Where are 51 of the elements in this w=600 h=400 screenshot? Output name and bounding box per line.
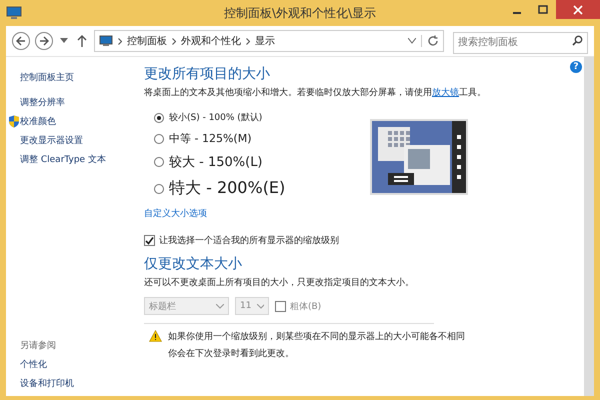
description-text: 将桌面上的文本及其他项缩小和增大。若要临时仅放大部分屏幕，请使用放大镜工具。 — [144, 86, 487, 99]
minimize-icon — [513, 12, 521, 14]
close-button[interactable] — [556, 0, 600, 19]
back-button[interactable] — [12, 32, 30, 50]
description-text: 还可以不更改桌面上所有项目的大小，只更改指定项目的文本大小。 — [144, 276, 415, 289]
back-arrow-icon — [15, 35, 27, 47]
chevron-right-icon — [118, 38, 122, 44]
warning-icon — [149, 330, 162, 342]
sidebar-link[interactable]: 个性化 — [20, 358, 130, 371]
chevron-right-icon — [172, 38, 176, 44]
sidebar-link[interactable]: 更改显示器设置 — [20, 134, 83, 147]
forward-button[interactable] — [35, 32, 53, 50]
search-field[interactable]: 搜索控制面板 — [453, 32, 588, 54]
dropdown-caret-icon[interactable] — [60, 38, 68, 44]
radio-option[interactable]: 特大 - 200%(E) — [154, 178, 364, 199]
dropdown-caret-icon[interactable] — [408, 38, 416, 44]
section-heading: 仅更改文本大小 — [144, 255, 243, 273]
warning-text: 你会在下次登录时看到此更改。 — [168, 348, 295, 360]
radio-option[interactable]: 较大 - 150%(L) — [154, 153, 364, 171]
up-arrow-icon[interactable] — [77, 35, 87, 47]
search-icon — [572, 35, 583, 46]
custom-size-link[interactable]: 自定义大小选项 — [144, 207, 207, 220]
monitor-icon — [6, 6, 22, 20]
scroll-bar[interactable] — [584, 57, 594, 396]
help-button[interactable]: ? — [570, 61, 582, 73]
magnifier-link[interactable]: 放大镜 — [432, 88, 459, 98]
checkbox-option[interactable]: 让我选择一个适合我的所有显示器的缩放级别 — [144, 234, 576, 247]
address-bar[interactable]: 控制面板 外观和个性化 显示 — [94, 30, 444, 52]
window-title: 控制面板\外观和个性化\显示 — [222, 4, 378, 22]
close-icon — [573, 4, 583, 14]
checkmark-icon — [145, 236, 154, 245]
sidebar-link[interactable]: 设备和打印机 — [20, 377, 130, 390]
caret-icon — [257, 304, 264, 308]
sidebar-link[interactable]: 控制面板主页 — [20, 71, 130, 84]
radio-option[interactable]: 中等 - 125%(M) — [154, 131, 364, 146]
sidebar-link[interactable]: 校准颜色 — [20, 115, 56, 128]
chevron-right-icon — [246, 38, 250, 44]
see-also-label: 另请参阅 — [20, 340, 57, 352]
monitor-icon — [99, 35, 113, 47]
refresh-icon[interactable] — [421, 35, 439, 47]
radio-option[interactable]: 较小(S) - 100% (默认) — [154, 111, 364, 124]
sidebar-link[interactable]: 调整分辨率 — [20, 96, 65, 109]
breadcrumb-item[interactable]: 控制面板 — [127, 34, 167, 48]
maximize-icon — [538, 4, 548, 14]
forward-arrow-icon — [38, 35, 50, 47]
caret-icon — [216, 304, 224, 308]
section-heading: 更改所有项目的大小 — [144, 65, 271, 83]
warning-text: 如果你使用一个缩放级别，则某些项在不同的显示器上的大小可能各不相同 — [168, 330, 465, 343]
breadcrumb-item[interactable]: 外观和个性化 — [181, 34, 241, 48]
sidebar-link[interactable]: 调整 ClearType 文本 — [20, 153, 106, 166]
breadcrumb-item[interactable]: 显示 — [255, 34, 275, 48]
